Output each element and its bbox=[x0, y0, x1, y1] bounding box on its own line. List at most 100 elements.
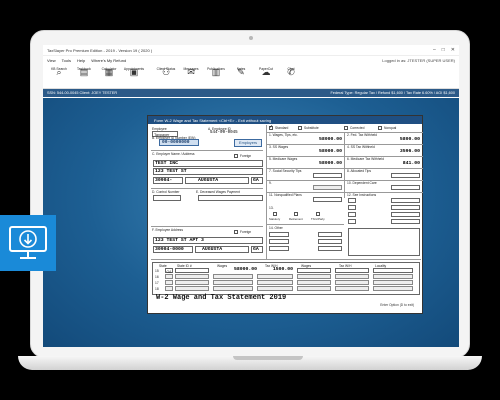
box3-label: 3. SS Wages bbox=[269, 145, 289, 149]
ein-input[interactable]: 00-0000000 bbox=[159, 139, 199, 146]
state-code-input[interactable]: GA bbox=[165, 268, 173, 274]
employee-zip-input[interactable]: 30904-0000 bbox=[153, 246, 193, 253]
box12b-amount[interactable] bbox=[391, 205, 420, 210]
employers-button[interactable]: Employers bbox=[234, 139, 262, 147]
box14b-desc[interactable] bbox=[269, 239, 289, 244]
third-party-sick-checkbox[interactable] bbox=[316, 212, 320, 216]
w2-form-dialog: Form W-2 Wage and Tax Statement <Ctrl+E>… bbox=[147, 115, 423, 314]
employee-state-input[interactable]: GA bbox=[251, 246, 263, 253]
kb-search-button[interactable]: ⌕ KB Search bbox=[47, 67, 71, 80]
employee-foreign-checkbox[interactable] bbox=[234, 230, 238, 234]
statutory-label: Statutory bbox=[269, 217, 281, 221]
employer-state-input[interactable]: GA bbox=[251, 177, 263, 184]
box4-label: 4. SS Tax Withheld bbox=[347, 145, 375, 149]
box12-label: 12. See Instructions bbox=[347, 193, 377, 197]
state-row-17: 17 bbox=[155, 281, 159, 285]
control-number-label: D. Control Number bbox=[152, 190, 180, 194]
box6-medicare-tax[interactable]: 841.00 bbox=[376, 161, 420, 166]
taskbook-button[interactable]: ▤ Taskbook bbox=[72, 67, 96, 80]
menu-bar: View Tools Help Where's My Refund Logged… bbox=[43, 56, 459, 65]
box14c-amount[interactable] bbox=[318, 246, 342, 251]
employer-name-input[interactable]: TEST INC bbox=[153, 160, 263, 167]
standard-checkbox[interactable] bbox=[269, 124, 273, 130]
box8-input[interactable] bbox=[391, 173, 420, 178]
retirement-checkbox[interactable] bbox=[294, 212, 298, 216]
box12d-code[interactable] bbox=[348, 219, 356, 224]
box14-label: 14. Other bbox=[269, 226, 283, 230]
control-number-input[interactable] bbox=[153, 195, 181, 201]
state-local-table: State State ID # Wages Tax W/H Wages Tax… bbox=[152, 262, 420, 295]
box12a-code[interactable] bbox=[348, 198, 356, 203]
box14c-desc[interactable] bbox=[269, 246, 289, 251]
nonqual-checkbox[interactable] bbox=[378, 126, 382, 130]
box12c-amount[interactable] bbox=[391, 212, 420, 217]
papercut-button[interactable]: ☁ PaperCut bbox=[254, 67, 278, 80]
box3-ss-wages[interactable]: 58000.00 bbox=[298, 149, 342, 154]
box12b-code[interactable] bbox=[348, 205, 356, 210]
employer-name-label: C. Employer Name / Address bbox=[152, 152, 195, 156]
download-badge[interactable] bbox=[0, 215, 56, 271]
appointments-button[interactable]: ▣ Appointments bbox=[122, 67, 146, 80]
employee-foreign-label: Foreign bbox=[240, 230, 252, 234]
employer-city-input[interactable]: AUGUSTA bbox=[185, 177, 249, 184]
menu-help[interactable]: Help bbox=[77, 58, 85, 63]
title-bar: TaxSlayer Pro Premium Edition - 2019 - V… bbox=[43, 45, 459, 56]
box10-input[interactable] bbox=[391, 185, 420, 190]
substitute-checkbox[interactable] bbox=[298, 126, 302, 130]
form-footer-title: W-2 Wage and Tax Statement 2019 bbox=[156, 294, 287, 302]
client-status-button[interactable]: ⚇ Client Status bbox=[154, 67, 178, 80]
corrected-label: Corrected bbox=[350, 126, 365, 130]
menu-view[interactable]: View bbox=[47, 58, 56, 63]
box12c-code[interactable] bbox=[348, 212, 356, 217]
statutory-checkbox[interactable] bbox=[273, 212, 277, 216]
publications-button[interactable]: ▥ Publications bbox=[204, 67, 228, 80]
box14-notes-area[interactable] bbox=[348, 228, 420, 256]
app-window: TaxSlayer Pro Premium Edition - 2019 - V… bbox=[43, 45, 459, 347]
menu-tools[interactable]: Tools bbox=[62, 58, 71, 63]
state-row-18: 18 bbox=[155, 287, 159, 291]
box14b-amount[interactable] bbox=[318, 239, 342, 244]
chat-button[interactable]: ✆ Chat bbox=[279, 67, 303, 80]
box2-fed-tax[interactable]: 5800.00 bbox=[376, 137, 420, 142]
box5-medicare-wages[interactable]: 58000.00 bbox=[298, 161, 342, 166]
state-wages[interactable]: 58000.00 bbox=[211, 267, 257, 272]
employer-foreign-checkbox[interactable] bbox=[234, 154, 238, 158]
box7-label: 7. Social Security Tips bbox=[269, 169, 302, 173]
box1-wages[interactable]: 58000.00 bbox=[298, 137, 342, 142]
maximize-button[interactable]: □ bbox=[442, 47, 445, 53]
box14a-desc[interactable] bbox=[269, 232, 289, 237]
employee-id-value: 544-00-0045 bbox=[210, 131, 238, 135]
corrected-checkbox[interactable] bbox=[344, 126, 348, 130]
box12a-amount[interactable] bbox=[391, 198, 420, 203]
form-footer-hint: Enter Option (D to exit) bbox=[380, 303, 414, 307]
menu-wheres-my-refund[interactable]: Where's My Refund bbox=[91, 58, 126, 63]
calculator-button[interactable]: ▦ Calculator bbox=[97, 67, 121, 80]
local-tax-input[interactable] bbox=[335, 268, 369, 273]
locality-input[interactable] bbox=[373, 268, 413, 273]
messages-button[interactable]: ✉ Messages bbox=[179, 67, 203, 80]
box10-label: 10. Dependent Care bbox=[347, 181, 377, 185]
employee-address-label: F. Employee Address bbox=[152, 228, 183, 232]
state-tax[interactable]: 1500.00 bbox=[257, 267, 293, 272]
logged-in-status: Logged in as: JTESTER (SUPER USER) bbox=[382, 58, 455, 63]
box11-label: 11. Nonqualified Plans bbox=[269, 193, 302, 197]
notes-button[interactable]: ✎ Notes bbox=[229, 67, 253, 80]
box14a-amount[interactable] bbox=[318, 232, 342, 237]
employer-street-input[interactable]: 123 TEST ST bbox=[153, 168, 263, 175]
box7-input[interactable] bbox=[313, 173, 342, 178]
box11-input[interactable] bbox=[313, 197, 342, 202]
substitute-label: Substitute bbox=[304, 126, 319, 130]
box2-label: 2. Fed. Tax Withheld bbox=[347, 133, 377, 137]
employer-zip-input[interactable]: 30904- bbox=[153, 177, 183, 184]
box9-input bbox=[313, 185, 342, 190]
box12d-amount[interactable] bbox=[391, 219, 420, 224]
box4-ss-tax[interactable]: 3596.00 bbox=[376, 149, 420, 154]
employee-city-input[interactable]: AUGUSTA bbox=[195, 246, 249, 253]
minimize-button[interactable]: – bbox=[433, 47, 436, 53]
webcam bbox=[249, 36, 253, 40]
employee-street-input[interactable]: 123 TEST ST APT 3 bbox=[153, 237, 263, 244]
close-button[interactable]: ✕ bbox=[451, 47, 455, 53]
deceased-wages-input[interactable] bbox=[198, 195, 263, 201]
local-wages-input[interactable] bbox=[297, 268, 331, 273]
state-id-input[interactable] bbox=[175, 268, 209, 273]
